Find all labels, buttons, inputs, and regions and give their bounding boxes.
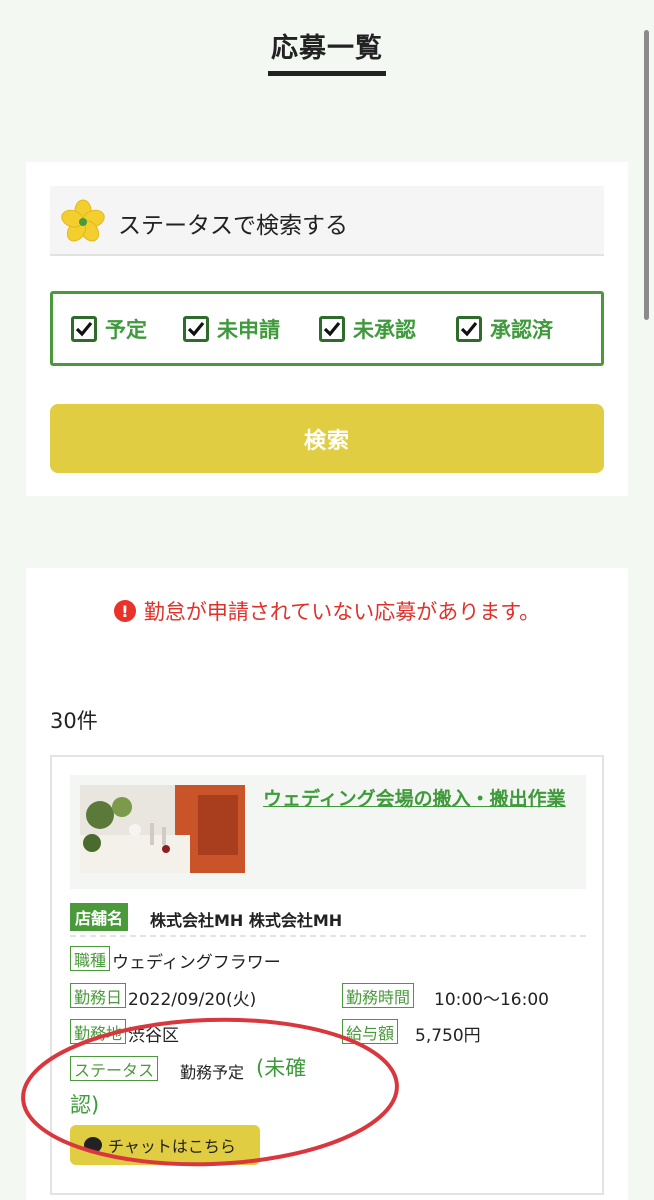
status-tag: ステータス [70, 1056, 159, 1081]
chat-button[interactable]: チャットはこちら [70, 1125, 260, 1165]
time-tag: 勤務時間 [342, 983, 415, 1008]
chat-bubble-icon [84, 1137, 102, 1153]
place-tag: 勤務地 [70, 1019, 127, 1044]
pay-value: 5,750円 [415, 1026, 481, 1046]
check-icon [460, 321, 478, 337]
store-name: 株式会社MH 株式会社MH [150, 911, 343, 930]
status-filter: 予定 未申請 未承認 承認済 [50, 291, 604, 366]
status-checkbox-yotei[interactable]: 予定 [71, 315, 147, 343]
date-tag: 勤務日 [70, 983, 127, 1008]
search-header: ステータスで検索する [50, 186, 604, 256]
status-label: 未申請 [217, 318, 280, 342]
status-label: 未承認 [353, 318, 416, 342]
store-tag: 店舗名 [70, 903, 129, 931]
result-count: 30件 [50, 709, 98, 733]
job-thumbnail[interactable] [80, 785, 245, 873]
store-row: 店舗名 株式会社MH 株式会社MH [70, 903, 586, 937]
check-icon [75, 321, 93, 337]
job-card: ウェディング会場の搬入・搬出作業 店舗名 株式会社MH 株式会社MH 職種 ウェ… [50, 755, 604, 1195]
chat-label: チャットはこちら [108, 1137, 236, 1156]
check-icon [323, 321, 341, 337]
job-title-link[interactable]: ウェディング会場の搬入・搬出作業 [263, 785, 573, 813]
pay-tag: 給与額 [342, 1019, 399, 1044]
scrollbar[interactable] [644, 30, 649, 320]
date-value: 2022/09/20(火) [128, 990, 257, 1010]
search-button[interactable]: 検索 [50, 404, 604, 473]
results-panel: ! 勤怠が申請されていない応募があります。 30件 ウェディング会場の搬入・搬出… [26, 568, 628, 1200]
job-type-tag: 職種 [70, 946, 111, 971]
checkbox[interactable] [319, 316, 345, 342]
check-icon [187, 321, 205, 337]
status-sub-line2: 認) [70, 1093, 100, 1117]
status-checkbox-mishonin[interactable]: 未承認 [319, 315, 416, 343]
job-card-header: ウェディング会場の搬入・搬出作業 [70, 775, 586, 889]
alert-message: ! 勤怠が申請されていない応募があります。 [26, 596, 628, 626]
status-value: 勤務予定 [180, 1063, 245, 1082]
status-label: 承認済 [490, 318, 553, 342]
status-checkbox-shoninzumi[interactable]: 承認済 [456, 315, 553, 343]
checkbox[interactable] [71, 316, 97, 342]
search-panel: ステータスで検索する 予定 未申請 未承認 承認済 検索 [26, 162, 628, 496]
status-checkbox-mishinsei[interactable]: 未申請 [183, 315, 280, 343]
status-sub-line1: (未確 [256, 1056, 307, 1080]
place-value: 渋谷区 [128, 1026, 179, 1046]
checkbox[interactable] [183, 316, 209, 342]
title-underline [268, 71, 386, 76]
flower-icon [61, 199, 105, 242]
job-type-value: ウェディングフラワー [112, 953, 281, 973]
alert-text: 勤怠が申請されていない応募があります。 [143, 600, 541, 624]
checkbox[interactable] [456, 316, 482, 342]
status-label: 予定 [105, 318, 147, 342]
search-heading: ステータスで検索する [118, 213, 348, 239]
time-value: 10:00〜16:00 [434, 990, 549, 1010]
page-title: 応募一覧 [271, 33, 383, 64]
alert-icon: ! [113, 600, 136, 622]
